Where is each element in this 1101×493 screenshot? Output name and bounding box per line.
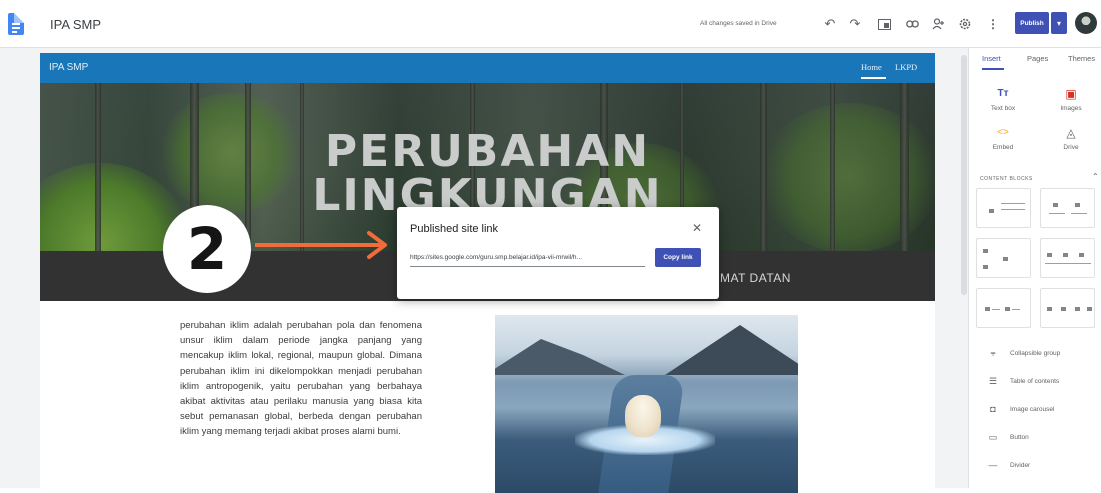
copy-link-button[interactable]: Copy link: [655, 248, 701, 267]
content-block[interactable]: [1040, 238, 1095, 278]
chevron-up-icon[interactable]: ⌃: [1092, 172, 1099, 181]
content-block[interactable]: [1040, 188, 1095, 228]
site-title[interactable]: IPA SMP: [50, 17, 101, 32]
insert-image-carousel[interactable]: ◘ Image carousel: [986, 404, 1054, 414]
embed-icon: <>: [997, 127, 1009, 138]
preview-icon[interactable]: [874, 14, 894, 34]
toc-icon: ☰: [988, 376, 998, 386]
share-icon[interactable]: [928, 14, 948, 34]
active-tab-indicator: [982, 68, 1004, 70]
insert-collapsible-group[interactable]: ⫧ Collapsible group: [986, 348, 1060, 359]
content-blocks-heading: CONTENT BLOCKS: [980, 176, 1033, 182]
undo-icon[interactable]: ↶: [820, 14, 840, 34]
content-block[interactable]: [976, 288, 1031, 328]
collapsible-icon: ⫧: [990, 348, 996, 358]
insert-drive[interactable]: ◬ Drive: [1041, 125, 1101, 151]
publish-options-button[interactable]: ▾: [1051, 12, 1067, 34]
canvas-scrollbar[interactable]: [961, 55, 967, 295]
marquee-text[interactable]: MAT DATAN: [720, 271, 791, 285]
button-icon: ▭: [988, 432, 998, 442]
google-sites-icon[interactable]: [8, 13, 24, 35]
nav-link-lkpd[interactable]: LKPD: [895, 62, 917, 72]
arrow-icon: [255, 231, 387, 259]
insert-text-box[interactable]: Tт Text box: [973, 86, 1033, 112]
content-block[interactable]: [976, 188, 1031, 228]
tab-insert[interactable]: Insert: [982, 54, 1001, 63]
body-paragraph[interactable]: perubahan iklim adalah perubahan pola da…: [180, 318, 422, 440]
content-block[interactable]: [1040, 288, 1095, 328]
save-status: All changes saved in Drive: [700, 20, 777, 27]
nav-active-indicator: [861, 77, 886, 79]
top-toolbar: IPA SMP All changes saved in Drive ↶ ↷ ⋮…: [0, 0, 1101, 48]
insert-button[interactable]: ▭ Button: [986, 432, 1029, 443]
close-icon[interactable]: ✕: [690, 221, 704, 235]
site-nav-title[interactable]: IPA SMP: [49, 62, 88, 73]
tab-pages[interactable]: Pages: [1027, 54, 1048, 63]
text-box-icon: Tт: [997, 88, 1009, 99]
insert-embed[interactable]: <> Embed: [973, 125, 1033, 151]
drive-icon: ◬: [1066, 126, 1076, 140]
carousel-icon: ◘: [990, 404, 996, 414]
divider-icon: —: [988, 460, 998, 470]
nav-link-home[interactable]: Home: [861, 62, 882, 72]
image-icon: ▣: [1065, 87, 1077, 101]
content-block[interactable]: [976, 238, 1031, 278]
publish-button[interactable]: Publish: [1015, 12, 1049, 34]
redo-icon[interactable]: ↷: [845, 14, 865, 34]
published-link-dialog: Published site link ✕ https://sites.goog…: [397, 207, 719, 299]
insert-divider[interactable]: — Divider: [986, 460, 1031, 470]
dialog-title: Published site link: [410, 223, 499, 235]
settings-icon[interactable]: [955, 14, 975, 34]
more-icon[interactable]: ⋮: [983, 14, 1003, 34]
avatar[interactable]: [1075, 12, 1097, 34]
published-url-field[interactable]: https://sites.google.com/guru.smp.belaja…: [410, 249, 645, 267]
step-badge: 2: [163, 205, 251, 293]
insert-images[interactable]: ▣ Images: [1041, 86, 1101, 112]
polar-bear-image[interactable]: [495, 315, 798, 493]
tab-themes[interactable]: Themes: [1068, 54, 1095, 63]
insert-table-of-contents[interactable]: ☰ Table of contents: [986, 376, 1059, 387]
hero-title[interactable]: PERUBAHAN LINGKUNGAN: [40, 130, 935, 218]
site-nav-bar: IPA SMP Home LKPD: [40, 53, 935, 83]
link-icon[interactable]: [902, 14, 922, 34]
